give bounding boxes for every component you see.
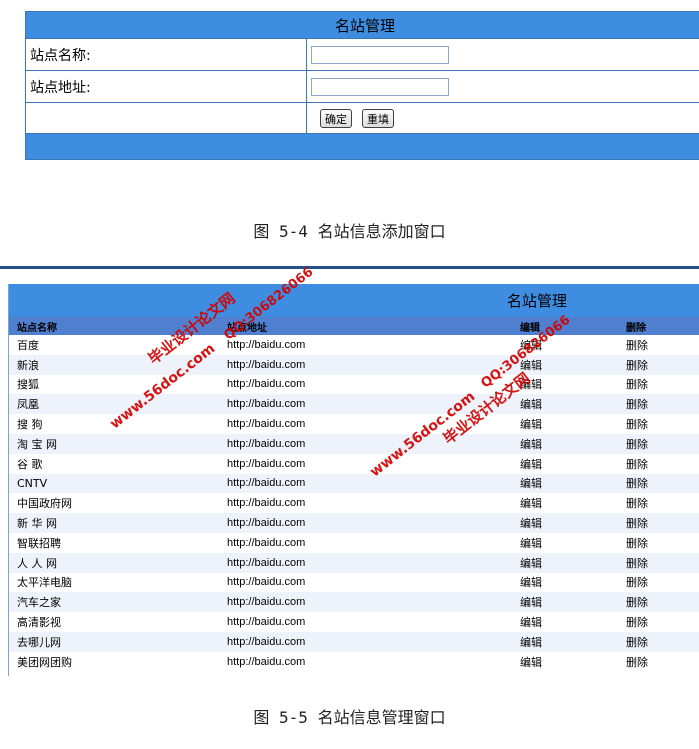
delete-link[interactable]: 删除: [626, 517, 648, 530]
site-name-cell: 汽车之家: [17, 596, 61, 610]
header-site-url: 站点地址: [227, 322, 267, 334]
site-url-cell: http://baidu.com: [227, 358, 306, 371]
table-row: 凤凰 http://baidu.com 编辑 删除: [9, 394, 699, 415]
delete-link[interactable]: 删除: [626, 339, 648, 352]
site-url-cell: http://baidu.com: [227, 616, 306, 629]
delete-link[interactable]: 删除: [626, 596, 648, 609]
delete-link[interactable]: 删除: [626, 359, 648, 372]
site-url-label: 站点地址:: [26, 71, 307, 102]
site-name-cell: 智联招聘: [17, 536, 61, 550]
site-name-cell: 新 华 网: [17, 517, 57, 531]
table-row: 人 人 网 http://baidu.com 编辑 删除: [9, 552, 699, 573]
edit-link[interactable]: 编辑: [520, 537, 542, 550]
site-add-form: 名站管理 站点名称: 站点地址: 确定 重填: [25, 11, 699, 160]
site-name-cell: 高清影视: [17, 616, 61, 630]
delete-link[interactable]: 删除: [626, 576, 648, 589]
site-url-cell: http://baidu.com: [227, 338, 306, 351]
table-row: 高清影视 http://baidu.com 编辑 删除: [9, 612, 699, 632]
edit-link[interactable]: 编辑: [520, 636, 542, 649]
edit-link[interactable]: 编辑: [520, 398, 542, 411]
site-url-cell: http://baidu.com: [227, 596, 306, 609]
form-figure-caption: 图 5-4 名站信息添加窗口: [253, 222, 446, 241]
table-figure-caption: 图 5-5 名站信息管理窗口: [253, 708, 446, 727]
edit-link[interactable]: 编辑: [520, 596, 542, 609]
edit-link[interactable]: 编辑: [520, 418, 542, 431]
site-url-cell: http://baidu.com: [227, 437, 306, 450]
site-name-cell: 太平洋电脑: [17, 576, 72, 590]
table-row: 新 华 网 http://baidu.com 编辑 删除: [9, 513, 699, 533]
site-url-input[interactable]: [311, 77, 449, 96]
site-url-cell: http://baidu.com: [227, 457, 306, 470]
delete-link[interactable]: 删除: [626, 458, 648, 471]
site-name-label: 站点名称:: [26, 39, 307, 70]
site-name-cell: 谷 歌: [17, 457, 43, 471]
site-url-row: 站点地址:: [26, 70, 699, 102]
delete-link[interactable]: 删除: [626, 656, 648, 669]
site-url-cell: http://baidu.com: [227, 655, 306, 668]
form-actions-row: 确定 重填: [26, 102, 699, 134]
site-name-input[interactable]: [311, 45, 449, 64]
site-url-cell: http://baidu.com: [227, 477, 306, 490]
form-title: 名站管理: [334, 16, 395, 35]
section-divider: [0, 266, 699, 269]
site-name-cell: 淘 宝 网: [17, 437, 57, 451]
delete-link[interactable]: 删除: [626, 557, 648, 570]
site-url-cell: http://baidu.com: [227, 635, 306, 648]
edit-link[interactable]: 编辑: [520, 616, 542, 629]
delete-link[interactable]: 删除: [626, 398, 648, 411]
delete-link[interactable]: 删除: [626, 616, 648, 629]
site-url-cell: http://baidu.com: [227, 576, 306, 589]
table-row: 中国政府网 http://baidu.com 编辑 删除: [9, 493, 699, 513]
site-name-cell: CNTV: [17, 476, 48, 490]
reset-button[interactable]: 重填: [362, 109, 394, 128]
table-row: 百度 http://baidu.com 编辑 删除: [9, 335, 699, 355]
delete-link[interactable]: 删除: [626, 418, 648, 431]
confirm-button[interactable]: 确定: [320, 109, 352, 128]
table-column-headers: 站点名称 站点地址 编辑 删除: [9, 317, 699, 335]
header-delete: 删除: [626, 322, 646, 334]
table-row: 去哪儿网 http://baidu.com 编辑 删除: [9, 631, 699, 652]
site-name-cell: 人 人 网: [17, 556, 57, 570]
site-name-cell: 美团网团购: [17, 655, 72, 669]
delete-link[interactable]: 删除: [626, 497, 648, 510]
table-body: 百度 http://baidu.com 编辑 删除 新浪 http://baidu.com…: [9, 335, 699, 672]
delete-link[interactable]: 删除: [626, 537, 648, 550]
edit-link[interactable]: 编辑: [520, 557, 542, 570]
site-url-cell: http://baidu.com: [227, 517, 306, 530]
site-name-row: 站点名称:: [26, 38, 699, 70]
edit-link[interactable]: 编辑: [520, 477, 542, 490]
table-row: CNTV http://baidu.com 编辑 删除: [9, 473, 699, 494]
delete-link[interactable]: 删除: [626, 636, 648, 649]
delete-link[interactable]: 删除: [626, 477, 648, 490]
site-name-cell: 搜狐: [17, 378, 39, 392]
edit-link[interactable]: 编辑: [520, 438, 542, 451]
edit-link[interactable]: 编辑: [520, 576, 542, 589]
edit-link[interactable]: 编辑: [520, 458, 542, 471]
site-url-cell: http://baidu.com: [227, 497, 306, 510]
delete-link[interactable]: 删除: [626, 378, 648, 391]
table-row: 美团网团购 http://baidu.com 编辑 删除: [9, 652, 699, 672]
site-url-cell: http://baidu.com: [227, 556, 306, 569]
table-title-bar: 名站管理: [9, 284, 699, 317]
table-row: 新浪 http://baidu.com 编辑 删除: [9, 354, 699, 375]
site-name-cell: 中国政府网: [17, 497, 72, 511]
table-row: 淘 宝 网 http://baidu.com 编辑 删除: [9, 433, 699, 454]
form-title-bar: 名站管理: [26, 12, 699, 38]
site-list-panel: 名站管理 站点名称 站点地址 编辑 删除 百度 http://baidu.com 编…: [8, 284, 699, 676]
edit-link[interactable]: 编辑: [520, 517, 542, 530]
delete-link[interactable]: 删除: [626, 438, 648, 451]
table-row: 汽车之家 http://baidu.com 编辑 删除: [9, 592, 699, 613]
site-url-cell: http://baidu.com: [227, 536, 306, 549]
site-name-cell: 去哪儿网: [17, 635, 61, 649]
table-row: 智联招聘 http://baidu.com 编辑 删除: [9, 533, 699, 553]
edit-link[interactable]: 编辑: [520, 497, 542, 510]
edit-link[interactable]: 编辑: [520, 656, 542, 669]
form-footer-bar: [26, 133, 699, 159]
table-row: 谷 歌 http://baidu.com 编辑 删除: [9, 454, 699, 474]
table-row: 太平洋电脑 http://baidu.com 编辑 删除: [9, 573, 699, 593]
site-name-cell: 凤凰: [17, 398, 39, 412]
table-row: 搜狐 http://baidu.com 编辑 删除: [9, 375, 699, 395]
table-title: 名站管理: [507, 292, 568, 310]
